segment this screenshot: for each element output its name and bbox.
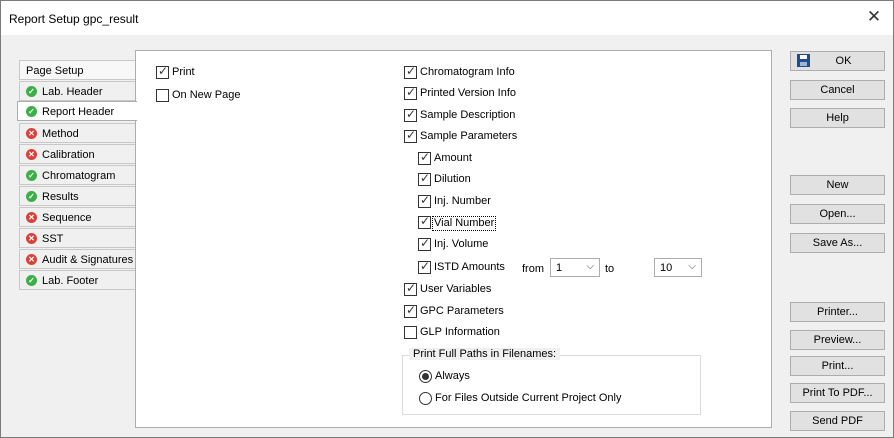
window-title: Report Setup gpc_result xyxy=(9,12,139,26)
select-value: 10 xyxy=(660,262,673,274)
checkbox-box: ✓ xyxy=(156,64,169,79)
error-circle-icon: ✕ xyxy=(26,149,37,160)
error-circle-icon: ✕ xyxy=(26,233,37,244)
tab-label: Results xyxy=(42,191,79,203)
radio-label: For Files Outside Current Project Only xyxy=(435,392,622,404)
checkbox-label: Amount xyxy=(434,152,472,164)
checkbox-label: ISTD Amounts xyxy=(434,261,505,273)
chevron-down-icon: ⌵ xyxy=(586,261,594,272)
check-circle-icon: ✓ xyxy=(26,106,37,117)
checkbox-label: Inj. Volume xyxy=(434,238,489,250)
print-full-paths-group xyxy=(402,355,701,415)
tab-report-header[interactable]: ✓ Report Header xyxy=(17,101,137,121)
checkbox-label: GPC Parameters xyxy=(420,305,504,317)
checkbox-box: ✓ xyxy=(418,193,431,208)
check-circle-icon: ✓ xyxy=(26,170,37,181)
open-button[interactable]: Open... xyxy=(790,204,885,224)
ok-button[interactable]: OK xyxy=(790,51,885,71)
check-circle-icon: ✓ xyxy=(26,86,37,97)
new-button[interactable]: New xyxy=(790,175,885,195)
checkbox-box: ✓ xyxy=(418,214,431,229)
radio-circle xyxy=(419,392,432,405)
checkbox-label: Vial Number xyxy=(432,216,497,231)
checkbox-label: Printed Version Info xyxy=(420,87,517,99)
tab-lab-header[interactable]: ✓ Lab. Header xyxy=(19,81,135,101)
checkbox-label: Sample Parameters xyxy=(420,130,518,142)
checkbox-box: ✓ xyxy=(404,303,417,318)
preview-button[interactable]: Preview... xyxy=(790,330,885,350)
tab-label: Lab. Header xyxy=(42,86,103,98)
button-label: OK xyxy=(835,55,852,67)
checkbox-label: GLP Information xyxy=(420,326,500,338)
tab-calibration[interactable]: ✕ Calibration xyxy=(19,144,135,164)
printer-button[interactable]: Printer... xyxy=(790,302,885,322)
save-as-button[interactable]: Save As... xyxy=(790,233,885,253)
checkbox-box: ✓ xyxy=(418,150,431,165)
tab-page-setup[interactable]: Page Setup xyxy=(19,60,135,80)
print-button[interactable]: Print... xyxy=(790,356,885,376)
checkbox-label: User Variables xyxy=(420,283,492,295)
radio-label: Always xyxy=(435,370,470,382)
tab-results[interactable]: ✓ Results xyxy=(19,186,135,206)
report-setup-dialog: Report Setup gpc_result ✕ Page Setup ✓ L… xyxy=(0,0,894,438)
help-button[interactable]: Help xyxy=(790,108,885,128)
checkbox-label: Dilution xyxy=(434,173,471,185)
checkbox-label: On New Page xyxy=(172,89,241,101)
checkbox-box: ✓ xyxy=(418,171,431,186)
tab-label: Report Header xyxy=(42,106,115,118)
checkbox-label: Chromatogram Info xyxy=(420,66,515,78)
istd-to-select[interactable]: 10 ⌵ xyxy=(654,258,702,277)
floppy-disk-icon xyxy=(797,54,810,67)
checkbox-box: ✓ xyxy=(418,259,431,274)
checkbox-box: ✓ xyxy=(404,64,417,79)
check-circle-icon: ✓ xyxy=(26,191,37,202)
print-full-paths-title: Print Full Paths in Filenames: xyxy=(409,348,561,360)
checkbox-box: ✓ xyxy=(404,107,417,122)
tab-sst[interactable]: ✕ SST xyxy=(19,228,135,248)
chevron-down-icon: ⌵ xyxy=(688,261,696,272)
checkbox-box xyxy=(156,89,169,102)
tab-label: Audit & Signatures xyxy=(42,254,134,266)
select-value: 1 xyxy=(556,262,563,274)
error-circle-icon: ✕ xyxy=(26,254,37,265)
tab-label: Chromatogram xyxy=(42,170,116,182)
checkbox-box: ✓ xyxy=(418,236,431,251)
error-circle-icon: ✕ xyxy=(26,128,37,139)
istd-from-select[interactable]: 1 ⌵ xyxy=(550,258,600,277)
checkbox-box: ✓ xyxy=(404,281,417,296)
print-to-pdf-button[interactable]: Print To PDF... xyxy=(790,383,885,403)
close-icon[interactable]: ✕ xyxy=(865,8,883,26)
checkbox-label: Print xyxy=(172,66,195,78)
tab-audit-signatures[interactable]: ✕ Audit & Signatures xyxy=(19,249,135,269)
check-circle-icon: ✓ xyxy=(26,275,37,286)
radio-circle xyxy=(419,370,432,383)
tab-sequence[interactable]: ✕ Sequence xyxy=(19,207,135,227)
title-bar: Report Setup gpc_result ✕ xyxy=(1,1,893,35)
checkbox-box xyxy=(404,326,417,339)
checkbox-label: Sample Description xyxy=(420,109,516,121)
tab-method[interactable]: ✕ Method xyxy=(19,123,135,143)
checkbox-box: ✓ xyxy=(404,128,417,143)
cancel-button[interactable]: Cancel xyxy=(790,80,885,100)
tab-label: Lab. Footer xyxy=(42,275,99,287)
tab-label: Page Setup xyxy=(26,65,84,77)
checkbox-box: ✓ xyxy=(404,85,417,100)
tab-label: Calibration xyxy=(42,149,95,161)
tab-chromatogram[interactable]: ✓ Chromatogram xyxy=(19,165,135,185)
tab-lab-footer[interactable]: ✓ Lab. Footer xyxy=(19,270,135,290)
tab-label: Method xyxy=(42,128,79,140)
tab-label: Sequence xyxy=(42,212,92,224)
istd-from-label: from xyxy=(522,263,544,275)
send-pdf-button[interactable]: Send PDF xyxy=(790,411,885,431)
tab-label: SST xyxy=(42,233,64,245)
checkbox-label: Inj. Number xyxy=(434,195,491,207)
error-circle-icon: ✕ xyxy=(26,212,37,223)
istd-to-label: to xyxy=(605,263,615,275)
